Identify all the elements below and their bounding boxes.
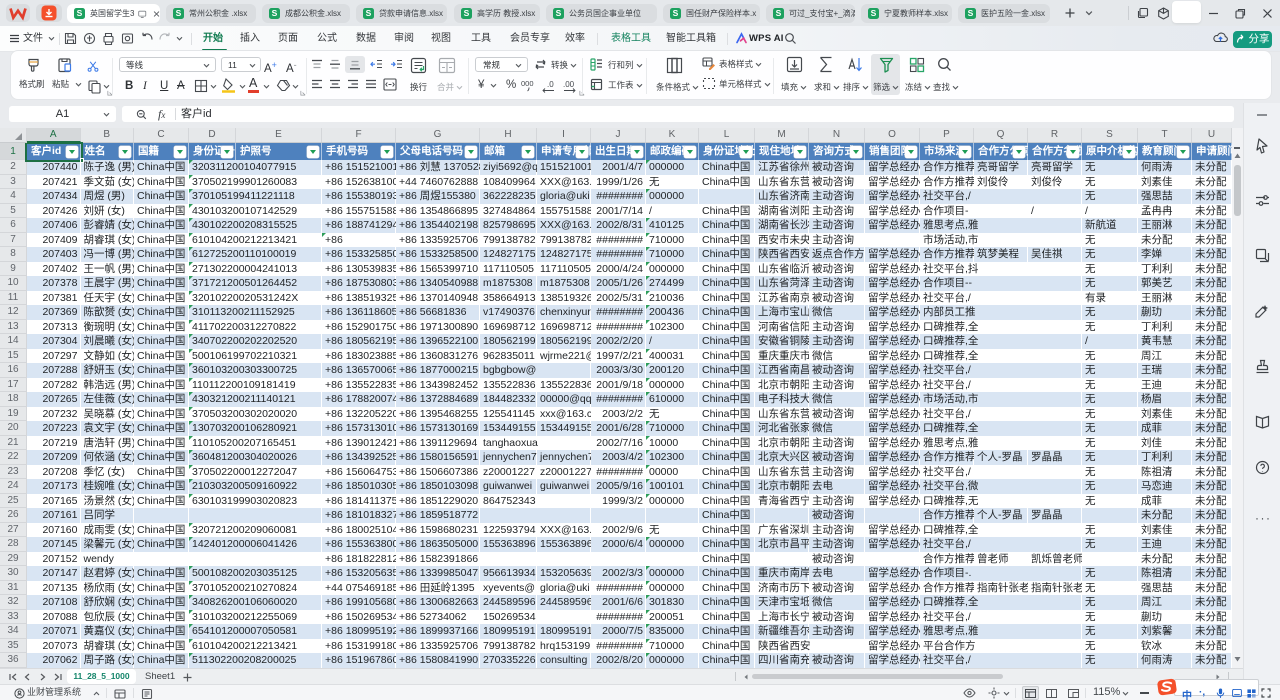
- svg-text:.0: .0: [547, 80, 554, 89]
- svg-text:000: 000: [521, 79, 534, 88]
- svg-text:.00: .00: [563, 80, 575, 89]
